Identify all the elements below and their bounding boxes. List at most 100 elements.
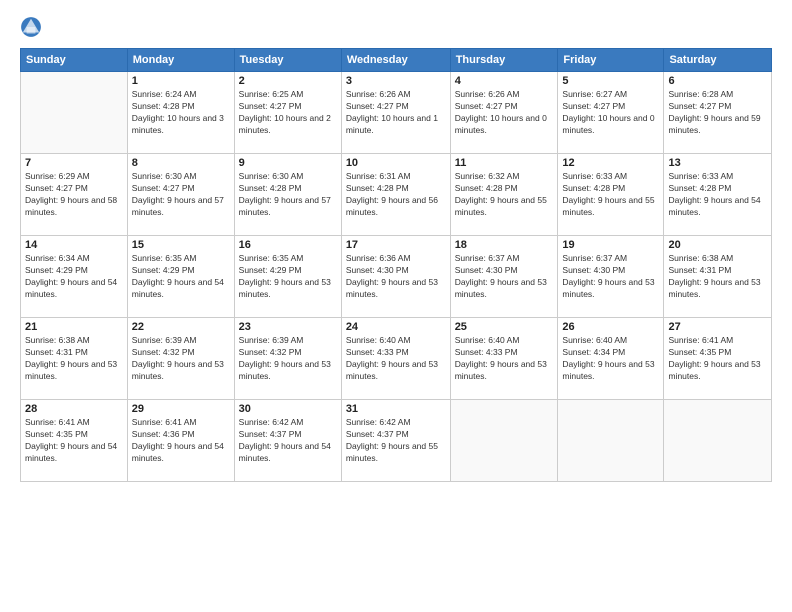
day-info: Sunrise: 6:41 AMSunset: 4:36 PMDaylight:… <box>132 417 230 465</box>
calendar-cell: 19Sunrise: 6:37 AMSunset: 4:30 PMDayligh… <box>558 236 664 318</box>
day-info: Sunrise: 6:25 AMSunset: 4:27 PMDaylight:… <box>239 89 337 137</box>
day-number: 13 <box>668 157 767 169</box>
day-info: Sunrise: 6:30 AMSunset: 4:27 PMDaylight:… <box>132 171 230 219</box>
calendar-cell: 15Sunrise: 6:35 AMSunset: 4:29 PMDayligh… <box>127 236 234 318</box>
day-info: Sunrise: 6:38 AMSunset: 4:31 PMDaylight:… <box>25 335 123 383</box>
calendar-cell: 27 Sunrise: 6:41 AMSunset: 4:35 PMDayligh… <box>664 318 772 400</box>
calendar-cell: 28 Sunrise: 6:41 AMSunset: 4:35 PMDayligh… <box>21 400 128 482</box>
day-info: Sunrise: 6:40 AMSunset: 4:34 PMDaylight:… <box>562 335 659 383</box>
day-number: 1 <box>132 75 230 87</box>
day-info: Sunrise: 6:36 AMSunset: 4:30 PMDaylight:… <box>346 253 446 301</box>
day-info: Sunrise: 6:27 AMSunset: 4:27 PMDaylight:… <box>562 89 659 137</box>
day-info: Sunrise: 6:38 AMSunset: 4:31 PMDaylight:… <box>668 253 767 301</box>
calendar-cell: 31 Sunrise: 6:42 AMSunset: 4:37 PMDayligh… <box>341 400 450 482</box>
calendar-cell <box>558 400 664 482</box>
day-number: 6 <box>668 75 767 87</box>
day-number: 29 <box>132 403 230 415</box>
day-info: Sunrise: 6:39 AMSunset: 4:32 PMDaylight:… <box>239 335 337 383</box>
day-number: 30 <box>239 403 337 415</box>
day-info: Sunrise: 6:33 AMSunset: 4:28 PMDaylight:… <box>562 171 659 219</box>
day-info: Sunrise: 6:26 AMSunset: 4:27 PMDaylight:… <box>346 89 446 137</box>
day-number: 24 <box>346 321 446 333</box>
calendar-cell: 16 Sunrise: 6:35 AMSunset: 4:29 PMDayligh… <box>234 236 341 318</box>
day-number: 22 <box>132 321 230 333</box>
day-info: Sunrise: 6:41 AMSunset: 4:35 PMDaylight:… <box>25 417 123 465</box>
day-info: Sunrise: 6:28 AMSunset: 4:27 PMDaylight:… <box>668 89 767 137</box>
calendar-week-row: 14 Sunrise: 6:34 AMSunset: 4:29 PMDayligh… <box>21 236 772 318</box>
day-number: 9 <box>239 157 337 169</box>
header <box>20 16 772 38</box>
page: SundayMondayTuesdayWednesdayThursdayFrid… <box>0 0 792 612</box>
weekday-header-thursday: Thursday <box>450 49 558 72</box>
calendar-cell: 3 Sunrise: 6:26 AMSunset: 4:27 PMDaylight… <box>341 72 450 154</box>
calendar-cell <box>21 72 128 154</box>
calendar-cell: 18 Sunrise: 6:37 AMSunset: 4:30 PMDayligh… <box>450 236 558 318</box>
weekday-header-friday: Friday <box>558 49 664 72</box>
weekday-header-monday: Monday <box>127 49 234 72</box>
day-number: 19 <box>562 239 659 251</box>
day-number: 31 <box>346 403 446 415</box>
calendar-cell: 4 Sunrise: 6:26 AMSunset: 4:27 PMDaylight… <box>450 72 558 154</box>
day-info: Sunrise: 6:37 AMSunset: 4:30 PMDaylight:… <box>455 253 554 301</box>
calendar-week-row: 7Sunrise: 6:29 AMSunset: 4:27 PMDaylight… <box>21 154 772 236</box>
weekday-header-sunday: Sunday <box>21 49 128 72</box>
calendar-cell: 10 Sunrise: 6:31 AMSunset: 4:28 PMDayligh… <box>341 154 450 236</box>
calendar-cell: 21 Sunrise: 6:38 AMSunset: 4:31 PMDayligh… <box>21 318 128 400</box>
day-number: 23 <box>239 321 337 333</box>
day-number: 20 <box>668 239 767 251</box>
day-info: Sunrise: 6:40 AMSunset: 4:33 PMDaylight:… <box>346 335 446 383</box>
weekday-header-wednesday: Wednesday <box>341 49 450 72</box>
calendar-cell <box>450 400 558 482</box>
day-info: Sunrise: 6:42 AMSunset: 4:37 PMDaylight:… <box>239 417 337 465</box>
calendar-cell: 11 Sunrise: 6:32 AMSunset: 4:28 PMDayligh… <box>450 154 558 236</box>
day-number: 21 <box>25 321 123 333</box>
day-number: 8 <box>132 157 230 169</box>
calendar-cell: 17Sunrise: 6:36 AMSunset: 4:30 PMDayligh… <box>341 236 450 318</box>
day-info: Sunrise: 6:24 AMSunset: 4:28 PMDaylight:… <box>132 89 230 137</box>
day-number: 14 <box>25 239 123 251</box>
calendar-cell: 20 Sunrise: 6:38 AMSunset: 4:31 PMDayligh… <box>664 236 772 318</box>
day-number: 10 <box>346 157 446 169</box>
calendar-cell: 24 Sunrise: 6:40 AMSunset: 4:33 PMDayligh… <box>341 318 450 400</box>
calendar-cell: 13Sunrise: 6:33 AMSunset: 4:28 PMDayligh… <box>664 154 772 236</box>
calendar-week-row: 1 Sunrise: 6:24 AMSunset: 4:28 PMDaylight… <box>21 72 772 154</box>
calendar-week-row: 21 Sunrise: 6:38 AMSunset: 4:31 PMDayligh… <box>21 318 772 400</box>
calendar-cell: 1 Sunrise: 6:24 AMSunset: 4:28 PMDaylight… <box>127 72 234 154</box>
weekday-header-saturday: Saturday <box>664 49 772 72</box>
day-number: 3 <box>346 75 446 87</box>
day-number: 26 <box>562 321 659 333</box>
day-number: 28 <box>25 403 123 415</box>
day-info: Sunrise: 6:35 AMSunset: 4:29 PMDaylight:… <box>239 253 337 301</box>
calendar-header-row: SundayMondayTuesdayWednesdayThursdayFrid… <box>21 49 772 72</box>
day-number: 4 <box>455 75 554 87</box>
calendar-cell: 8 Sunrise: 6:30 AMSunset: 4:27 PMDaylight… <box>127 154 234 236</box>
day-info: Sunrise: 6:35 AMSunset: 4:29 PMDaylight:… <box>132 253 230 301</box>
day-number: 11 <box>455 157 554 169</box>
calendar-cell: 22Sunrise: 6:39 AMSunset: 4:32 PMDayligh… <box>127 318 234 400</box>
calendar-cell: 6 Sunrise: 6:28 AMSunset: 4:27 PMDaylight… <box>664 72 772 154</box>
day-info: Sunrise: 6:31 AMSunset: 4:28 PMDaylight:… <box>346 171 446 219</box>
calendar-cell <box>664 400 772 482</box>
day-number: 16 <box>239 239 337 251</box>
day-number: 2 <box>239 75 337 87</box>
day-info: Sunrise: 6:32 AMSunset: 4:28 PMDaylight:… <box>455 171 554 219</box>
logo-icon <box>20 16 42 38</box>
calendar-cell: 5Sunrise: 6:27 AMSunset: 4:27 PMDaylight… <box>558 72 664 154</box>
day-info: Sunrise: 6:42 AMSunset: 4:37 PMDaylight:… <box>346 417 446 465</box>
calendar-cell: 14 Sunrise: 6:34 AMSunset: 4:29 PMDayligh… <box>21 236 128 318</box>
calendar-cell: 7Sunrise: 6:29 AMSunset: 4:27 PMDaylight… <box>21 154 128 236</box>
day-info: Sunrise: 6:26 AMSunset: 4:27 PMDaylight:… <box>455 89 554 137</box>
calendar-cell: 25Sunrise: 6:40 AMSunset: 4:33 PMDayligh… <box>450 318 558 400</box>
day-number: 25 <box>455 321 554 333</box>
calendar-cell: 2 Sunrise: 6:25 AMSunset: 4:27 PMDaylight… <box>234 72 341 154</box>
day-info: Sunrise: 6:34 AMSunset: 4:29 PMDaylight:… <box>25 253 123 301</box>
calendar-cell: 12Sunrise: 6:33 AMSunset: 4:28 PMDayligh… <box>558 154 664 236</box>
day-info: Sunrise: 6:41 AMSunset: 4:35 PMDaylight:… <box>668 335 767 383</box>
calendar-cell: 26 Sunrise: 6:40 AMSunset: 4:34 PMDayligh… <box>558 318 664 400</box>
day-number: 27 <box>668 321 767 333</box>
calendar-cell: 30 Sunrise: 6:42 AMSunset: 4:37 PMDayligh… <box>234 400 341 482</box>
day-info: Sunrise: 6:29 AMSunset: 4:27 PMDaylight:… <box>25 171 123 219</box>
day-info: Sunrise: 6:30 AMSunset: 4:28 PMDaylight:… <box>239 171 337 219</box>
day-number: 18 <box>455 239 554 251</box>
calendar-cell: 23 Sunrise: 6:39 AMSunset: 4:32 PMDayligh… <box>234 318 341 400</box>
